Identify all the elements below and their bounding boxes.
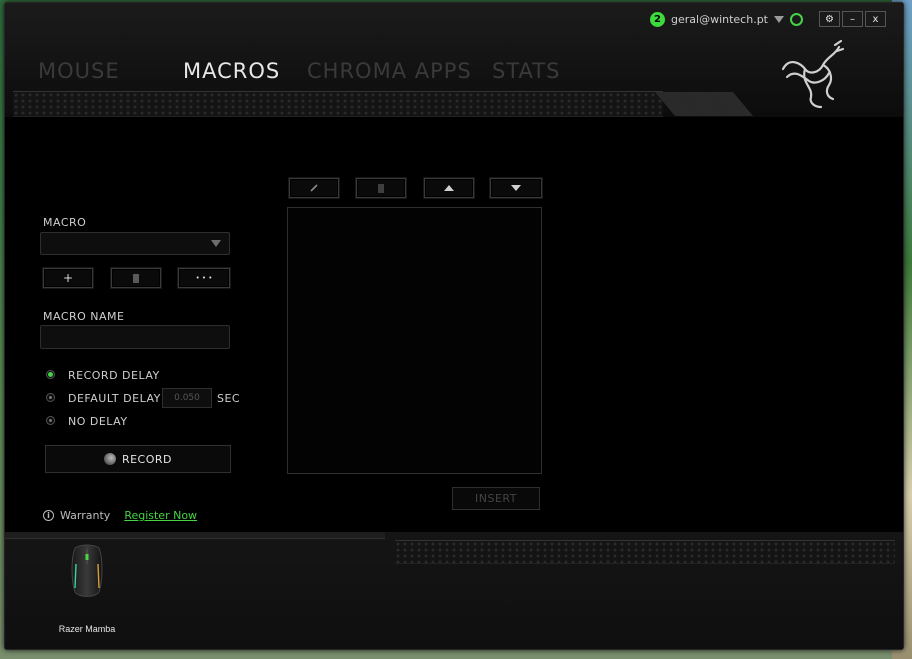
device-bar: Razer Mamba <box>5 532 903 649</box>
account-email[interactable]: geral@wintech.pt <box>671 13 768 26</box>
default-delay-input[interactable]: 0.050 <box>162 388 212 408</box>
sync-status-icon[interactable] <box>790 12 803 26</box>
move-down-button[interactable] <box>490 178 542 198</box>
macro-label: MACRO <box>43 216 87 229</box>
more-options-button[interactable]: • • • <box>178 268 230 288</box>
macro-select[interactable] <box>40 232 230 255</box>
synapse-window: 2 geral@wintech.pt ⚙ – x MOUSE MACROS CH… <box>4 2 904 650</box>
edit-step-button[interactable] <box>289 178 339 198</box>
settings-button[interactable]: ⚙ <box>819 11 840 27</box>
pencil-icon <box>310 184 318 192</box>
no-delay-label: NO DELAY <box>68 415 128 428</box>
account-dropdown-icon[interactable] <box>774 15 784 23</box>
record-button-label: RECORD <box>121 452 173 466</box>
delay-unit-label: SEC <box>217 392 241 405</box>
macro-name-input[interactable] <box>40 325 230 349</box>
trash-icon <box>378 184 384 193</box>
decorative-hex-band <box>395 540 895 564</box>
more-icon: • • • <box>195 274 213 282</box>
minimize-button[interactable]: – <box>842 11 863 27</box>
arrow-up-icon <box>444 185 454 191</box>
tab-chroma-apps[interactable]: CHROMA APPS <box>307 59 472 83</box>
record-icon <box>103 453 116 465</box>
insert-button[interactable]: INSERT <box>452 487 540 510</box>
macro-name-label: MACRO NAME <box>43 310 125 323</box>
arrow-down-icon <box>511 185 521 191</box>
delete-macro-button[interactable] <box>111 268 161 288</box>
plus-icon: + <box>62 271 74 285</box>
macro-steps-list[interactable] <box>287 207 542 474</box>
trash-icon <box>133 274 139 283</box>
macros-panel: MACRO + • • • MACRO NAME RECORD DELAY DE… <box>5 117 903 532</box>
default-delay-label: DEFAULT DELAY <box>68 392 161 405</box>
move-up-button[interactable] <box>424 178 474 198</box>
device-name: Razer Mamba <box>58 624 116 634</box>
delete-step-button[interactable] <box>356 178 406 198</box>
record-delay-radio[interactable] <box>46 370 55 379</box>
tab-mouse[interactable]: MOUSE <box>38 59 120 83</box>
device-razer-mamba[interactable]: Razer Mamba <box>51 544 123 644</box>
warranty-row: i Warranty Register Now <box>43 509 197 522</box>
window-controls: ⚙ – x <box>819 11 886 27</box>
add-macro-button[interactable]: + <box>43 268 93 288</box>
notification-badge[interactable]: 2 <box>650 11 665 27</box>
tab-macros[interactable]: MACROS <box>183 59 280 83</box>
close-button[interactable]: x <box>865 11 886 27</box>
mouse-icon <box>71 544 103 597</box>
default-delay-radio[interactable] <box>46 393 55 402</box>
razer-logo-icon <box>781 39 845 109</box>
info-icon: i <box>43 510 54 521</box>
record-delay-label: RECORD DELAY <box>68 369 160 382</box>
no-delay-radio[interactable] <box>46 416 55 425</box>
register-now-link[interactable]: Register Now <box>124 509 197 522</box>
decorative-ledge <box>5 532 385 539</box>
title-bar: 2 geral@wintech.pt ⚙ – x MOUSE MACROS CH… <box>5 3 903 118</box>
tab-stats[interactable]: STATS <box>492 59 560 83</box>
account-area[interactable]: 2 geral@wintech.pt <box>650 10 803 28</box>
decorative-hex-band <box>13 91 663 117</box>
chevron-down-icon <box>211 240 221 247</box>
record-button[interactable]: RECORD <box>45 445 231 473</box>
warranty-label: Warranty <box>60 509 111 522</box>
